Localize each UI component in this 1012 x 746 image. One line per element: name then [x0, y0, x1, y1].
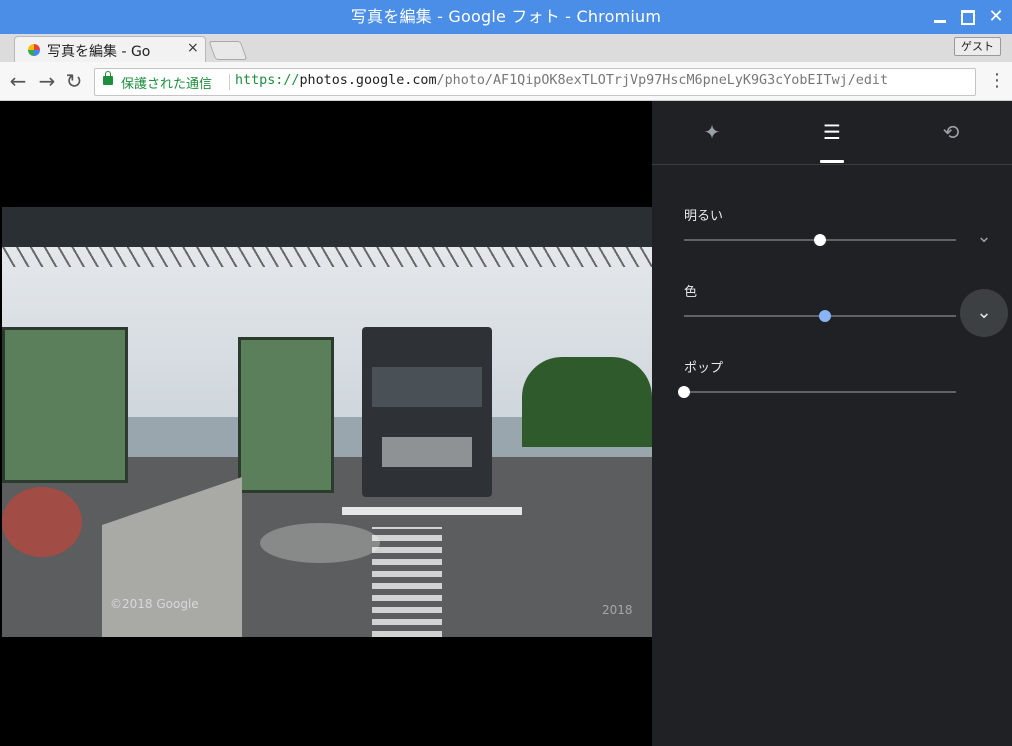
auto-enhance-icon[interactable]: ✦ [697, 117, 727, 147]
color-label: 色 [684, 285, 698, 300]
window-titlebar: 写真を編集 - Google フォト - Chromium ✕ [0, 0, 1012, 34]
secure-connection-label: 保護された通信 [121, 77, 213, 92]
active-tab-indicator [820, 160, 844, 163]
photo-copyright: ©2018 Google [110, 597, 199, 611]
streetview-arrow-icon [260, 523, 380, 563]
new-tab-button[interactable] [208, 41, 248, 60]
photo-copyright-right: 2018 [602, 603, 633, 617]
tab-title: 写真を編集 - Go [47, 44, 151, 60]
url-text[interactable]: https://photos.google.com/photo/AF1QipOK… [235, 73, 888, 88]
color-slider-knob[interactable] [819, 310, 832, 322]
pop-slider-track[interactable] [684, 391, 956, 393]
browser-menu-button[interactable]: ⋮ [988, 71, 1006, 91]
url-path: /photo/AF1QipOK8exTLOTrjVp97HscM6pneLyK9… [436, 73, 889, 88]
maximize-button[interactable] [960, 9, 976, 25]
close-window-button[interactable]: ✕ [988, 8, 1004, 26]
photo-lane-marking [342, 507, 522, 515]
browser-toolbar: ← → ↻ 保護された通信 https://photos.google.com/… [0, 62, 1012, 101]
expand-brightness-icon[interactable]: ⌄ [972, 225, 996, 249]
adjust-sliders-icon[interactable]: ☰ [817, 117, 847, 147]
photo-canopy [2, 207, 652, 267]
photo-road-text [372, 527, 442, 637]
window-title: 写真を編集 - Google フォト - Chromium [350, 7, 662, 26]
edit-tabs: ✦ ☰ ⟲ [652, 101, 1012, 165]
photo-truck [362, 327, 492, 497]
reload-button[interactable]: ↻ [64, 71, 84, 91]
pop-slider-knob[interactable] [678, 386, 690, 398]
address-bar[interactable]: 保護された通信 https://photos.google.com/photo/… [94, 68, 976, 96]
tab-close-icon[interactable]: × [187, 40, 199, 56]
brightness-label: 明るい [684, 209, 724, 224]
crop-rotate-icon[interactable]: ⟲ [936, 117, 966, 147]
edit-panel: ✦ ☰ ⟲ 明るい ⌄ 色 ⌄ ポップ [652, 101, 1012, 746]
minimize-button[interactable] [932, 9, 948, 25]
url-scheme: https:// [235, 73, 300, 88]
photo-canvas[interactable]: ©2018 Google 2018 [2, 207, 652, 637]
browser-tab[interactable]: 写真を編集 - Go × [14, 36, 206, 63]
guest-profile-button[interactable]: ゲスト [954, 37, 1001, 56]
forward-button[interactable]: → [37, 71, 57, 91]
omnibox-divider [229, 74, 230, 90]
back-button[interactable]: ← [8, 71, 28, 91]
expand-color-icon[interactable]: ⌄ [960, 289, 1008, 337]
pop-label: ポップ [684, 361, 724, 376]
tab-strip: 写真を編集 - Go × ゲスト [0, 34, 1012, 63]
photo-toll-booth [2, 327, 128, 483]
photo-flowers [2, 487, 82, 557]
google-photos-icon [28, 44, 40, 56]
photo-trees [522, 357, 652, 447]
brightness-slider-knob[interactable] [814, 234, 826, 246]
lock-icon [103, 71, 113, 85]
photo-toll-booth [238, 337, 334, 493]
url-host: photos.google.com [299, 73, 437, 88]
editor-content: ©2018 Google 2018 ✦ ☰ ⟲ 明るい ⌄ 色 ⌄ ポップ [0, 101, 1012, 746]
